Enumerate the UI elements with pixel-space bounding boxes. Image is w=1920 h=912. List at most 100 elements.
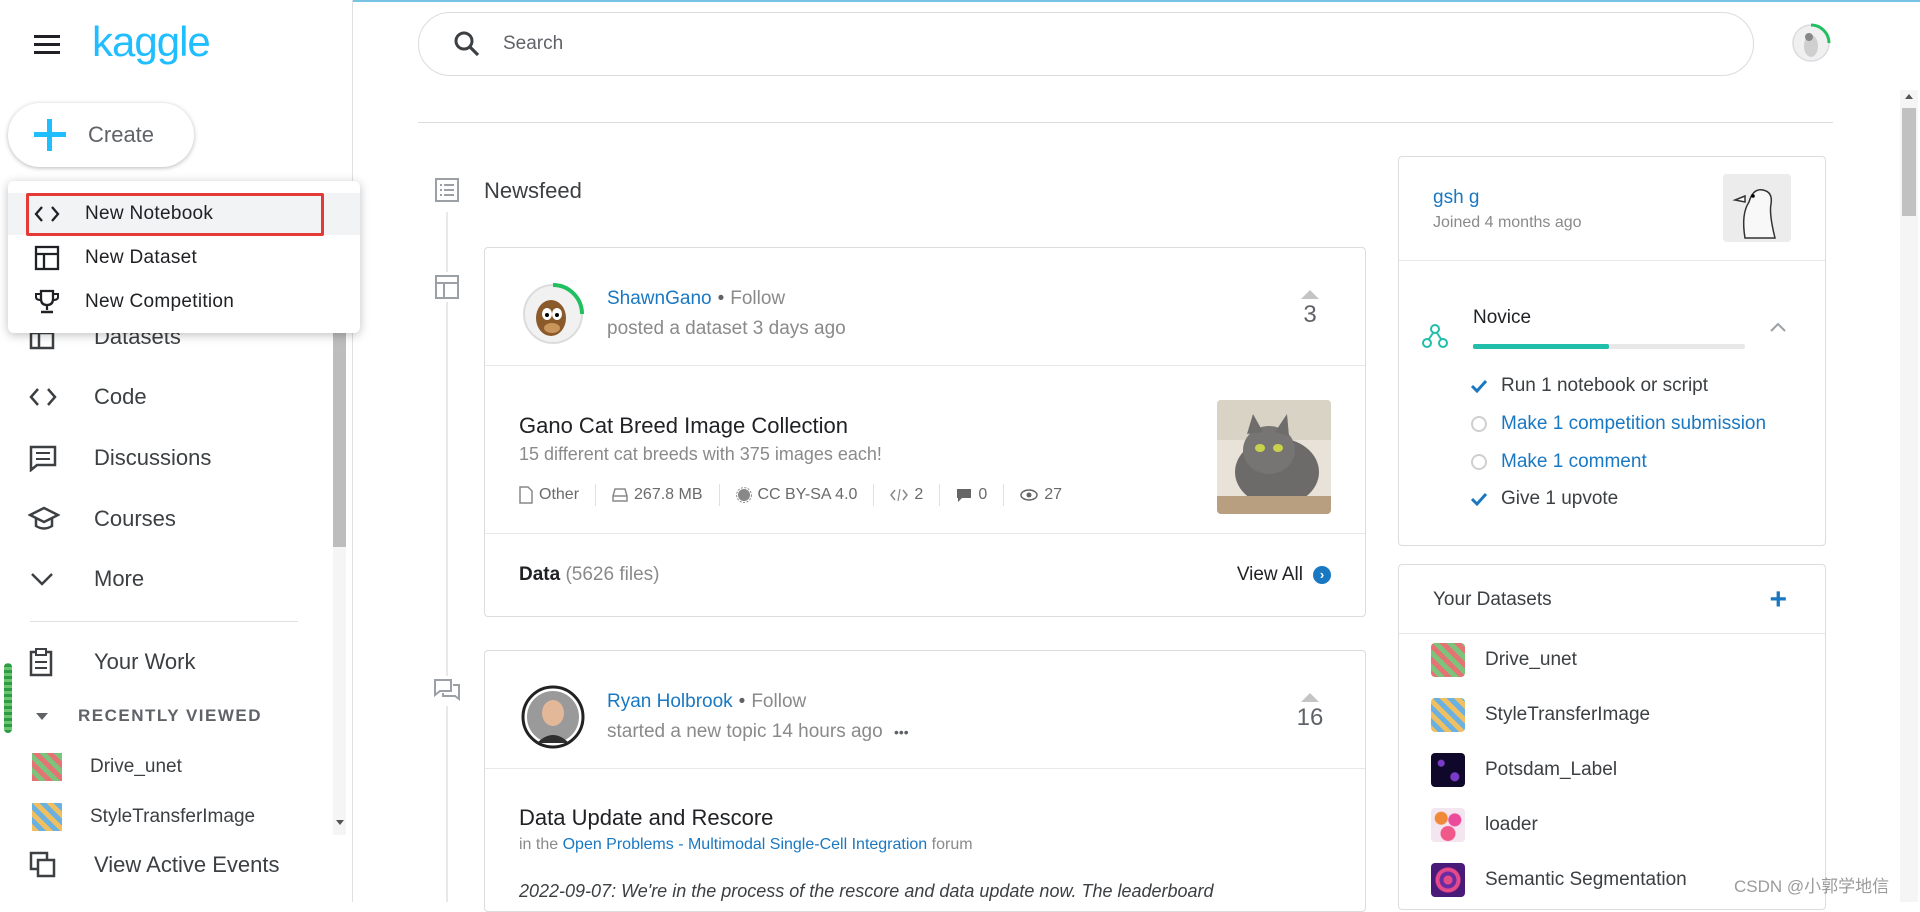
nav-label: Your Work — [94, 649, 196, 674]
sidebar-scrollbar-thumb[interactable] — [333, 327, 346, 547]
scroll-down-arrow[interactable] — [336, 820, 344, 825]
task-competition-submission[interactable]: Make 1 competition submission — [1469, 413, 1766, 435]
data-label: Data (5626 files) — [519, 564, 660, 585]
table-icon — [432, 272, 462, 302]
dataset-list-item[interactable]: Drive_unet — [1431, 643, 1577, 677]
task-make-comment[interactable]: Make 1 comment — [1469, 451, 1647, 473]
nav-label: Discussions — [94, 445, 212, 470]
nav-label: Courses — [94, 506, 176, 531]
nav-discussions[interactable]: Discussions — [28, 438, 211, 478]
dataset-list-item[interactable]: Potsdam_Label — [1431, 753, 1617, 787]
menu-item-new-dataset[interactable]: New Dataset — [8, 237, 360, 279]
meta-views: 27 — [1020, 486, 1062, 504]
scroll-up-arrow — [1905, 94, 1913, 99]
dataset-meta: Other 267.8 MB CC BY-SA 4.0 2 0 27 — [519, 484, 1062, 506]
dataset-preview[interactable]: Gano Cat Breed Image Collection 15 diffe… — [485, 366, 1365, 536]
recent-item-label: Drive_unet — [90, 756, 182, 777]
tier-name: Novice — [1473, 307, 1532, 328]
add-dataset-button[interactable]: + — [1769, 583, 1787, 617]
badge-icon — [735, 487, 752, 503]
eye-icon — [1020, 489, 1038, 501]
meta-code: 2 — [890, 486, 923, 504]
post-action: started a new topic 14 hours ago ••• — [607, 721, 909, 742]
dataset-list-item[interactable]: Semantic Segmentation — [1431, 863, 1687, 897]
vote-count: 3 — [1303, 301, 1317, 328]
profile-name-link[interactable]: gsh g — [1433, 187, 1479, 209]
dataset-data-row: Data (5626 files) View All › — [485, 533, 1365, 616]
nav-label: Code — [94, 384, 147, 409]
hamburger-menu-icon[interactable] — [34, 33, 62, 55]
author-name-link[interactable]: Ryan Holbrook — [607, 691, 733, 712]
tier-progress-bar — [1473, 344, 1745, 349]
view-all-link[interactable]: View All › — [1237, 564, 1331, 586]
forum-link[interactable]: Open Problems - Multimodal Single-Cell I… — [563, 836, 928, 853]
author-avatar[interactable] — [521, 282, 585, 346]
kaggle-logo[interactable]: kaggle — [92, 18, 211, 66]
meta-size: 267.8 MB — [612, 486, 703, 504]
profile-picture[interactable] — [1723, 174, 1791, 242]
dataset-list-item[interactable]: StyleTransferImage — [1431, 698, 1650, 732]
search-input[interactable] — [501, 32, 1605, 56]
search-bar[interactable] — [418, 12, 1754, 76]
meta-license: CC BY-SA 4.0 — [735, 486, 857, 504]
recent-item[interactable]: Drive_unet — [32, 753, 182, 781]
menu-item-label: New Dataset — [85, 247, 198, 268]
feed-post-dataset: ShawnGano • Follow posted a dataset 3 days… — [484, 247, 1366, 617]
dataset-cover-image[interactable] — [1217, 400, 1331, 514]
follow-link[interactable]: Follow — [751, 691, 806, 712]
upvote-button[interactable]: 16 — [1295, 693, 1325, 732]
task-give-upvote: Give 1 upvote — [1469, 488, 1618, 510]
post-header: Ryan Holbrook • Follow started a new topic… — [485, 651, 1365, 769]
author-line: Ryan Holbrook • Follow — [607, 691, 807, 712]
recent-item[interactable]: StyleTransferImage — [32, 803, 255, 831]
user-avatar[interactable] — [1790, 22, 1832, 64]
nav-more[interactable]: More — [28, 559, 144, 599]
task-run-notebook: Run 1 notebook or script — [1469, 375, 1708, 397]
author-avatar[interactable] — [521, 685, 585, 749]
dataset-list-item[interactable]: loader — [1431, 808, 1538, 842]
chevron-up-icon[interactable] — [1769, 321, 1787, 333]
upvote-button[interactable]: 3 — [1295, 290, 1325, 329]
tier-molecule-icon — [1421, 322, 1449, 350]
dataset-thumbnail — [1431, 753, 1465, 787]
menu-item-new-competition[interactable]: New Competition — [8, 281, 360, 323]
nav-your-work[interactable]: Your Work — [28, 642, 196, 682]
more-options-icon[interactable]: ••• — [894, 724, 909, 740]
main-scrollbar[interactable] — [1900, 90, 1918, 902]
nav-code[interactable]: Code — [28, 377, 147, 417]
post-action: posted a dataset 3 days ago — [607, 318, 846, 339]
upvote-arrow-icon — [1301, 290, 1319, 299]
topic-title[interactable]: Data Update and Rescore — [519, 805, 773, 831]
checkmark-icon — [1469, 379, 1489, 393]
caret-down-icon — [36, 712, 48, 720]
code-brackets-icon — [28, 381, 72, 413]
feed-timeline — [446, 212, 448, 902]
table-icon — [32, 245, 62, 271]
recently-viewed-toggle[interactable]: RECENTLY VIEWED — [36, 706, 262, 726]
dataset-title[interactable]: Gano Cat Breed Image Collection — [519, 413, 848, 439]
discussion-icon — [28, 442, 72, 474]
dataset-thumbnail — [32, 753, 62, 781]
meta-comments: 0 — [956, 486, 987, 504]
menu-item-label: New Competition — [85, 291, 235, 312]
create-button[interactable]: Create — [8, 103, 194, 167]
profile-card: gsh g Joined 4 months ago Novice Run 1 n… — [1398, 156, 1826, 546]
nav-view-active-events[interactable]: View Active Events — [28, 845, 279, 885]
trophy-icon — [32, 289, 62, 315]
nav-courses[interactable]: Courses — [28, 499, 176, 539]
dataset-thumbnail — [1431, 698, 1465, 732]
search-icon — [453, 30, 481, 58]
follow-link[interactable]: Follow — [730, 288, 785, 309]
chevron-right-icon: › — [1313, 566, 1331, 584]
dataset-thumbnail — [1431, 808, 1465, 842]
left-sidebar: kaggle Create Datasets Code Discussions … — [0, 0, 353, 902]
feed-post-topic: Ryan Holbrook • Follow started a new topic… — [484, 650, 1366, 912]
newsfeed-title: Newsfeed — [484, 178, 582, 203]
topic-forum-line: in the Open Problems - Multimodal Single… — [519, 836, 973, 853]
create-label: Create — [88, 122, 155, 147]
file-icon — [519, 486, 533, 504]
recent-item-label: StyleTransferImage — [90, 806, 256, 827]
topic-preview[interactable]: Data Update and Rescore in the Open Prob… — [485, 769, 1365, 911]
author-name-link[interactable]: ShawnGano — [607, 288, 712, 309]
clipboard-icon — [28, 646, 72, 678]
